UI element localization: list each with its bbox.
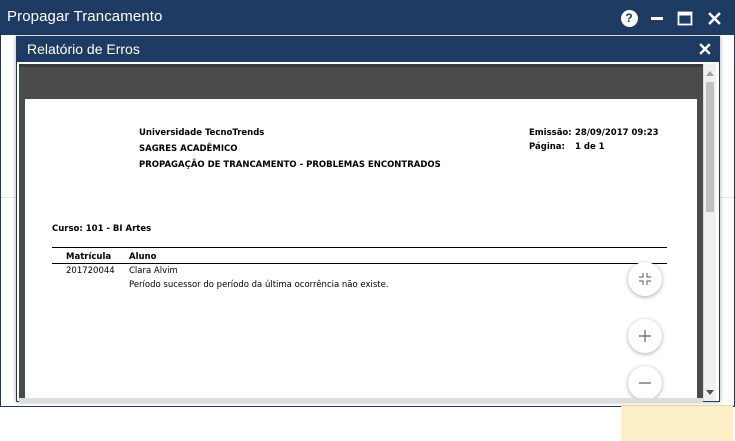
- horizontal-scrollbar[interactable]: [19, 398, 703, 402]
- help-button[interactable]: ?: [618, 8, 640, 28]
- scrollbar-thumb[interactable]: [706, 82, 714, 212]
- column-header-aluno: Aluno: [129, 252, 157, 262]
- arrow-down-icon: [706, 389, 714, 395]
- row-matricula: 201720044: [66, 266, 115, 276]
- table-header-line: [52, 247, 667, 248]
- row-aluno: Clara Alvim: [129, 266, 178, 276]
- table-header-bottom-line: [52, 263, 667, 264]
- scroll-down-arrow[interactable]: [704, 386, 716, 399]
- viewer-toolbar: [19, 64, 703, 97]
- help-icon: ?: [620, 9, 638, 27]
- dialog-titlebar: Relatório de Erros: [17, 37, 719, 62]
- window-title: Propagar Trancamento: [7, 8, 163, 25]
- zoom-in-button[interactable]: [628, 319, 662, 353]
- column-header-matricula: Matrícula: [66, 252, 112, 262]
- report-title: PROPAGAÇÃO DE TRANCAMENTO - PROBLEMAS EN…: [139, 160, 441, 170]
- report-system: SAGRES ACADÊMICO: [139, 144, 238, 154]
- scroll-up-arrow[interactable]: [704, 66, 716, 79]
- close-icon: [699, 43, 711, 55]
- page-value: 1 de 1: [575, 142, 605, 152]
- maximize-icon: [677, 11, 693, 25]
- zoom-in-icon: [639, 330, 651, 342]
- zoom-out-button[interactable]: [628, 366, 662, 400]
- report-page: Universidade TecnoTrends SAGRES ACADÊMIC…: [25, 99, 697, 401]
- vertical-scrollbar[interactable]: [703, 64, 716, 401]
- emission-value: 28/09/2017 09:23: [575, 128, 659, 138]
- zoom-out-icon: [639, 382, 651, 384]
- arrow-up-icon: [706, 70, 714, 76]
- emission-label: Emissão:: [529, 128, 572, 138]
- background-highlight-panel: [621, 405, 733, 441]
- close-dialog-button[interactable]: [696, 40, 714, 58]
- dialog-title: Relatório de Erros: [27, 41, 140, 57]
- minimize-icon: [651, 17, 663, 20]
- course-label: Curso: 101 - BI Artes: [52, 224, 152, 234]
- error-report-dialog: Relatório de Erros Universidade TecnoTre…: [16, 36, 720, 402]
- propagar-trancamento-window: Propagar Trancamento ? Relatório de Erro: [0, 0, 735, 441]
- maximize-button[interactable]: [674, 8, 696, 28]
- outer-titlebar: Propagar Trancamento ?: [1, 1, 734, 35]
- close-window-button[interactable]: [703, 8, 725, 28]
- report-viewer: Universidade TecnoTrends SAGRES ACADÊMIC…: [19, 64, 716, 401]
- page-label: Página:: [529, 142, 565, 152]
- collapse-button[interactable]: [628, 262, 662, 296]
- row-message: Período sucessor do período da última oc…: [129, 280, 389, 290]
- report-institution: Universidade TecnoTrends: [139, 128, 265, 138]
- minimize-button[interactable]: [646, 8, 668, 28]
- viewer-canvas: Universidade TecnoTrends SAGRES ACADÊMIC…: [19, 97, 703, 401]
- collapse-icon: [639, 273, 651, 285]
- close-icon: [707, 11, 721, 25]
